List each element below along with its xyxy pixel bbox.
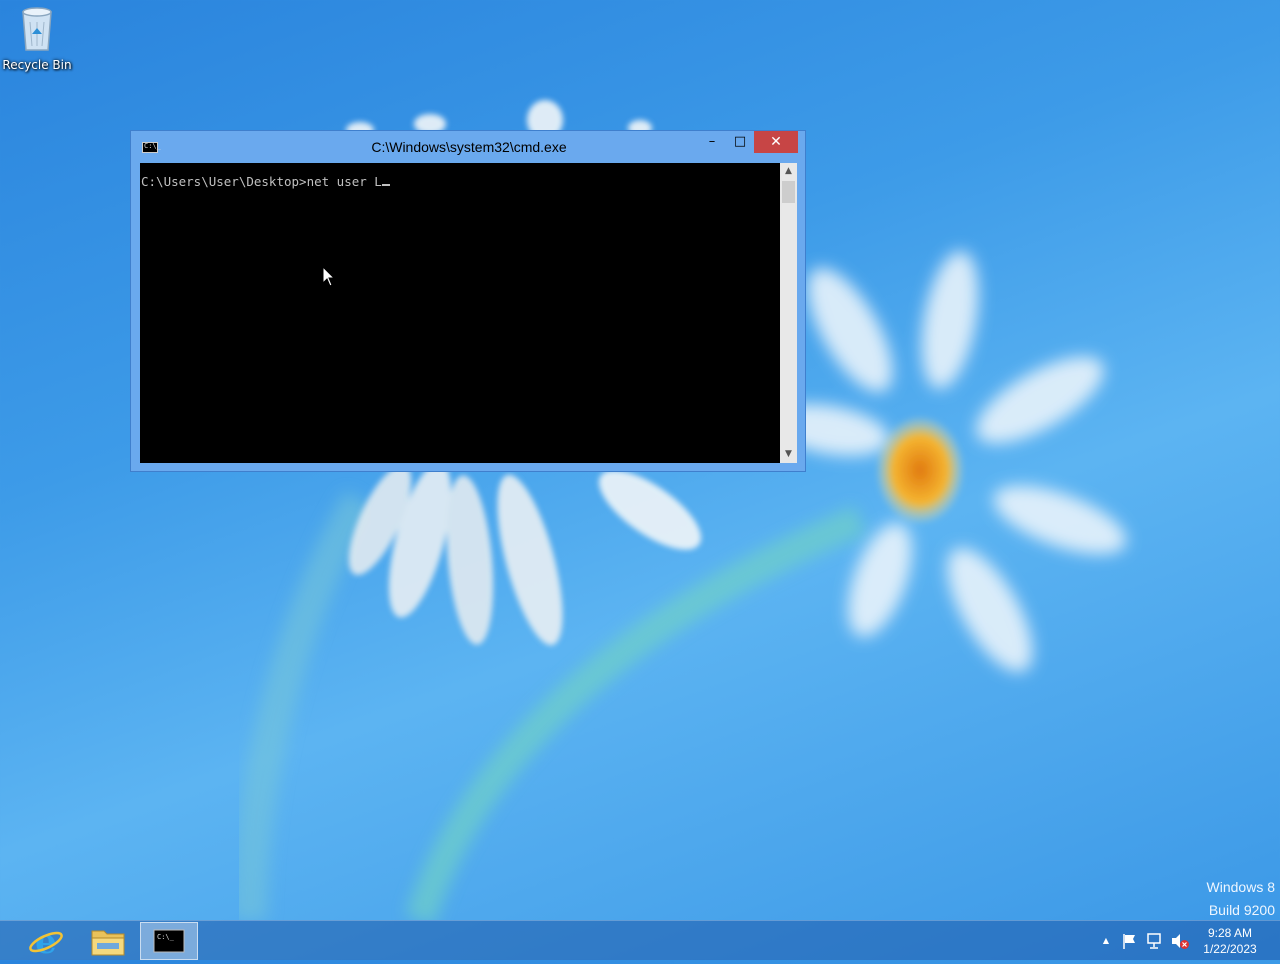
taskbar: e C:\_ ▲ 9:28 AM 1/22/2023	[0, 920, 1280, 962]
taskbar-internet-explorer[interactable]: e	[17, 922, 75, 962]
minimize-button[interactable]: –	[699, 131, 725, 153]
windows-build-watermark: Windows 8 Build 9200	[1207, 876, 1275, 920]
title-bar[interactable]: C:\_ C:\Windows\system32\cmd.exe – □ ✕	[131, 131, 805, 163]
recycle-bin-label: Recycle Bin	[2, 58, 72, 72]
scroll-down-button[interactable]: ▼	[780, 446, 797, 463]
watermark-os: Windows 8	[1206, 879, 1275, 895]
taskbar-command-prompt[interactable]: C:\_	[140, 922, 198, 960]
network-icon[interactable]	[1145, 931, 1165, 951]
recycle-bin-icon	[22, 7, 52, 51]
console-command: net user L	[306, 174, 382, 189]
show-hidden-icons-button[interactable]: ▲	[1098, 921, 1114, 961]
file-explorer-icon	[91, 930, 125, 956]
cmd-icon: C:\_	[153, 929, 185, 953]
vertical-scrollbar[interactable]: ▲ ▼	[780, 163, 797, 463]
clock-date: 1/22/2023	[1203, 942, 1257, 956]
console-prompt: C:\Users\User\Desktop>	[141, 174, 307, 189]
watermark-build: Build 9200	[1208, 902, 1275, 918]
text-cursor	[381, 184, 390, 186]
console-prompt-line: C:\Users\User\Desktop>net user L	[141, 174, 390, 189]
mouse-pointer-icon	[322, 266, 336, 287]
svg-text:C:\_: C:\_	[157, 933, 175, 941]
clock-time: 9:28 AM	[1207, 926, 1253, 940]
svg-text:e: e	[35, 922, 57, 960]
maximize-button[interactable]: □	[727, 131, 753, 153]
desktop: Recycle Bin C:\_ C:\Windows\system32\cmd…	[0, 0, 1280, 920]
cmd-window[interactable]: C:\_ C:\Windows\system32\cmd.exe – □ ✕ C…	[130, 130, 806, 472]
close-button[interactable]: ✕	[754, 131, 798, 153]
console-output[interactable]: C:\Users\User\Desktop>net user L	[140, 163, 780, 463]
taskbar-file-explorer[interactable]	[79, 922, 137, 960]
action-center-flag-icon[interactable]	[1120, 931, 1140, 951]
scroll-up-button[interactable]: ▲	[780, 163, 797, 180]
clock[interactable]: 9:28 AM 1/22/2023	[1200, 925, 1260, 957]
recycle-bin-shortcut[interactable]: Recycle Bin	[2, 4, 72, 72]
internet-explorer-icon: e	[29, 922, 63, 962]
volume-muted-icon[interactable]	[1170, 931, 1190, 951]
scroll-thumb[interactable]	[782, 181, 795, 203]
chevron-up-icon: ▲	[1102, 936, 1110, 945]
